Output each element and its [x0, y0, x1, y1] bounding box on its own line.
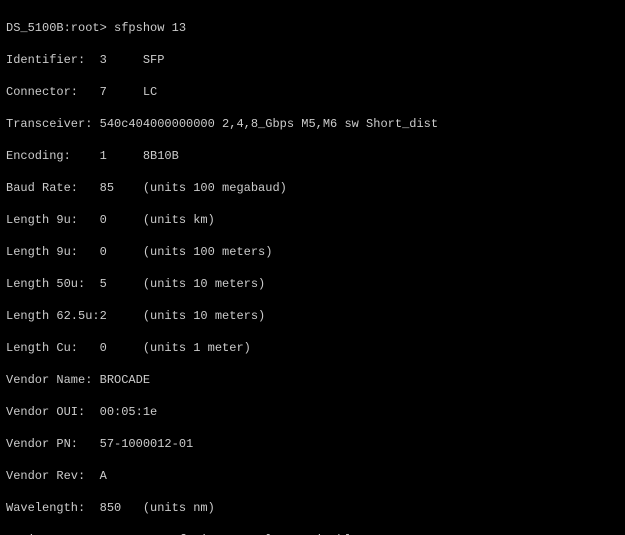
command: sfpshow 13 — [114, 21, 186, 35]
prompt: DS_5100B:root> — [6, 21, 114, 35]
row-connector: Connector: 7 LC — [6, 84, 619, 100]
row-len9u-km: Length 9u: 0 (units km) — [6, 212, 619, 228]
command-line[interactable]: DS_5100B:root> sfpshow 13 — [6, 20, 619, 36]
row-len9u-100m: Length 9u: 0 (units 100 meters) — [6, 244, 619, 260]
terminal-output: DS_5100B:root> sfpshow 13 Identifier: 3 … — [0, 0, 625, 535]
row-vendor-pn: Vendor PN: 57-1000012-01 — [6, 436, 619, 452]
row-len625u: Length 62.5u:2 (units 10 meters) — [6, 308, 619, 324]
row-identifier: Identifier: 3 SFP — [6, 52, 619, 68]
row-vendor-rev: Vendor Rev: A — [6, 468, 619, 484]
row-vendor-oui: Vendor OUI: 00:05:1e — [6, 404, 619, 420]
row-transceiver: Transceiver: 540c404000000000 2,4,8_Gbps… — [6, 116, 619, 132]
row-vendor-name: Vendor Name: BROCADE — [6, 372, 619, 388]
row-lencu: Length Cu: 0 (units 1 meter) — [6, 340, 619, 356]
row-len50u: Length 50u: 5 (units 10 meters) — [6, 276, 619, 292]
row-baud-rate: Baud Rate: 85 (units 100 megabaud) — [6, 180, 619, 196]
row-wavelength: Wavelength: 850 (units nm) — [6, 500, 619, 516]
row-encoding: Encoding: 1 8B10B — [6, 148, 619, 164]
